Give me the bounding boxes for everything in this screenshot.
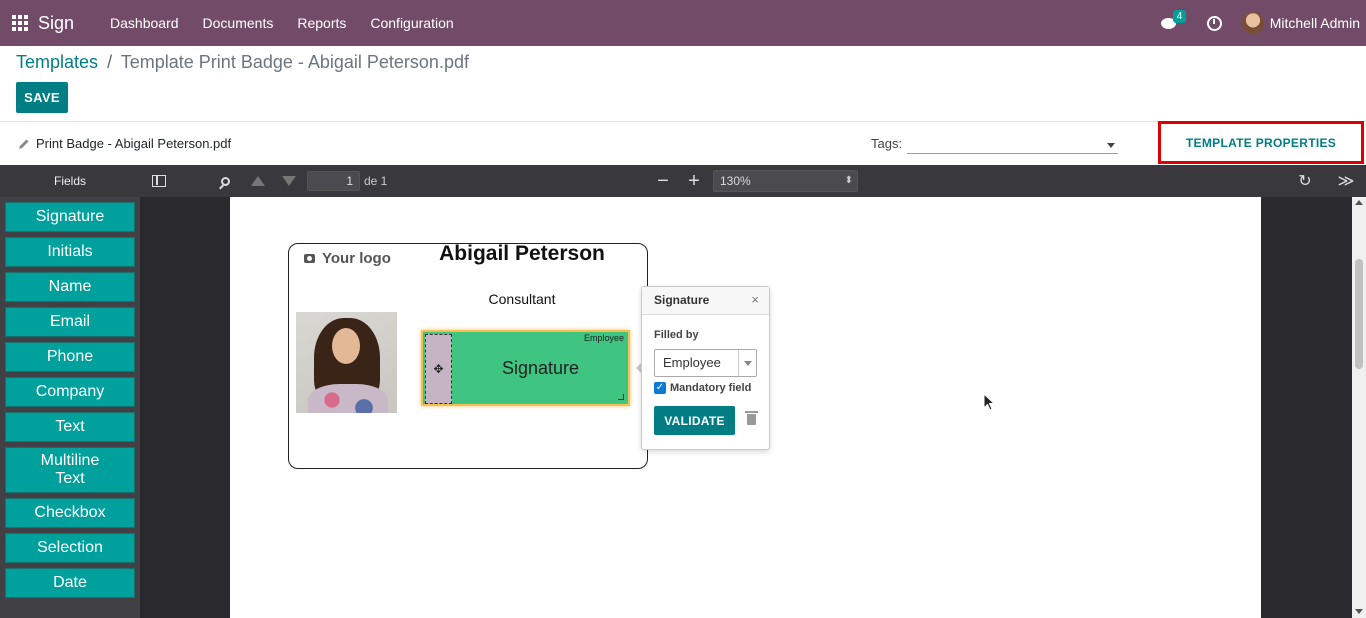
tags-dropdown-icon[interactable] [1107, 143, 1115, 148]
field-checkbox-button[interactable]: Checkbox [5, 498, 135, 528]
filled-by-select[interactable]: Employee [654, 349, 757, 377]
vertical-scrollbar[interactable] [1352, 197, 1366, 618]
activities-clock-icon[interactable] [1206, 15, 1222, 31]
next-page-icon[interactable] [281, 165, 297, 197]
fields-panel-title: Fields [53, 174, 86, 188]
trash-icon[interactable] [745, 411, 758, 425]
company-logo: Your logo [304, 250, 391, 267]
close-icon[interactable]: × [751, 292, 759, 307]
chevron-down-icon[interactable] [738, 350, 756, 376]
move-handle-icon[interactable]: ✥ [425, 334, 452, 404]
field-multiline-text-button[interactable]: Multiline Text [5, 447, 135, 493]
popover-header: Signature × [642, 287, 769, 315]
field-signature-button[interactable]: Signature [5, 202, 135, 232]
field-properties-popover: Signature × Filled by Employee ✓ Mandato… [641, 286, 770, 450]
fields-panel: Signature Initials Name Email Phone Comp… [0, 197, 140, 618]
field-selection-button[interactable]: Selection [5, 533, 135, 563]
messages-icon[interactable]: 4 [1160, 10, 1187, 30]
navbar-systray: 4 Mitchell Admin [1160, 0, 1366, 46]
camera-icon [304, 254, 315, 263]
breadcrumb-separator: / [107, 52, 113, 72]
pencil-icon[interactable] [18, 138, 30, 150]
pdf-toolbar: Fields 1 de 1 − + 130% ↻ ≫ [0, 165, 1366, 197]
filled-by-value: Employee [663, 355, 721, 370]
field-text-button[interactable]: Text [5, 412, 135, 442]
user-name[interactable]: Mitchell Admin [1270, 15, 1360, 31]
employee-photo [296, 312, 397, 413]
employee-name: Abigail Peterson [439, 242, 605, 265]
search-icon[interactable] [216, 165, 234, 197]
user-avatar[interactable] [1241, 12, 1264, 34]
logo-text: Your logo [322, 250, 391, 267]
top-navbar: Sign Dashboard Documents Reports Configu… [0, 0, 1366, 46]
validate-button[interactable]: VALIDATE [654, 406, 735, 435]
zoom-select[interactable]: 130% [713, 165, 858, 197]
template-name[interactable]: Print Badge - Abigail Peterson.pdf [36, 136, 231, 151]
save-button[interactable]: SAVE [16, 82, 68, 113]
apps-menu-icon[interactable] [12, 15, 28, 31]
field-date-button[interactable]: Date [5, 568, 135, 598]
breadcrumb-templates-link[interactable]: Templates [16, 52, 98, 72]
job-title: Consultant [488, 291, 556, 307]
tags-input[interactable] [907, 134, 1118, 154]
template-properties-button[interactable]: TEMPLATE PROPERTIES [1158, 121, 1364, 164]
previous-page-icon[interactable] [250, 165, 266, 197]
menu-reports[interactable]: Reports [285, 0, 358, 46]
mandatory-field-label[interactable]: Mandatory field [670, 382, 751, 394]
field-name-button[interactable]: Name [5, 272, 135, 302]
field-company-button[interactable]: Company [5, 377, 135, 407]
mandatory-checkbox[interactable]: ✓ [654, 382, 666, 394]
resize-handle-icon[interactable] [618, 394, 624, 400]
field-phone-button[interactable]: Phone [5, 342, 135, 372]
signature-field[interactable]: ✥ Employee Signature [421, 330, 630, 406]
messages-count-badge: 4 [1172, 10, 1187, 23]
breadcrumb: Templates / Template Print Badge - Abiga… [16, 52, 469, 73]
breadcrumb-current: Template Print Badge - Abigail Peterson.… [120, 52, 469, 72]
menu-dashboard[interactable]: Dashboard [98, 0, 191, 46]
popover-title: Signature [654, 293, 710, 307]
field-initials-button[interactable]: Initials [5, 237, 135, 267]
app-brand[interactable]: Sign [38, 13, 74, 34]
mouse-cursor-icon [983, 393, 995, 411]
page-count-label: de 1 [364, 174, 388, 188]
zoom-out-button[interactable]: − [654, 165, 672, 197]
tags-label: Tags: [871, 136, 903, 151]
sidebar-toggle-icon[interactable] [150, 165, 168, 197]
page-number-input[interactable]: 1 [307, 165, 360, 197]
menu-configuration[interactable]: Configuration [358, 0, 465, 46]
menu-documents[interactable]: Documents [191, 0, 286, 46]
signature-field-label: Signature [501, 357, 580, 378]
reload-icon[interactable]: ↻ [1296, 165, 1314, 197]
zoom-in-button[interactable]: + [685, 165, 703, 197]
filled-by-label: Filled by [654, 329, 699, 341]
main-menu: Dashboard Documents Reports Configuratio… [98, 0, 466, 46]
more-tools-icon[interactable]: ≫ [1337, 165, 1355, 197]
field-email-button[interactable]: Email [5, 307, 135, 337]
